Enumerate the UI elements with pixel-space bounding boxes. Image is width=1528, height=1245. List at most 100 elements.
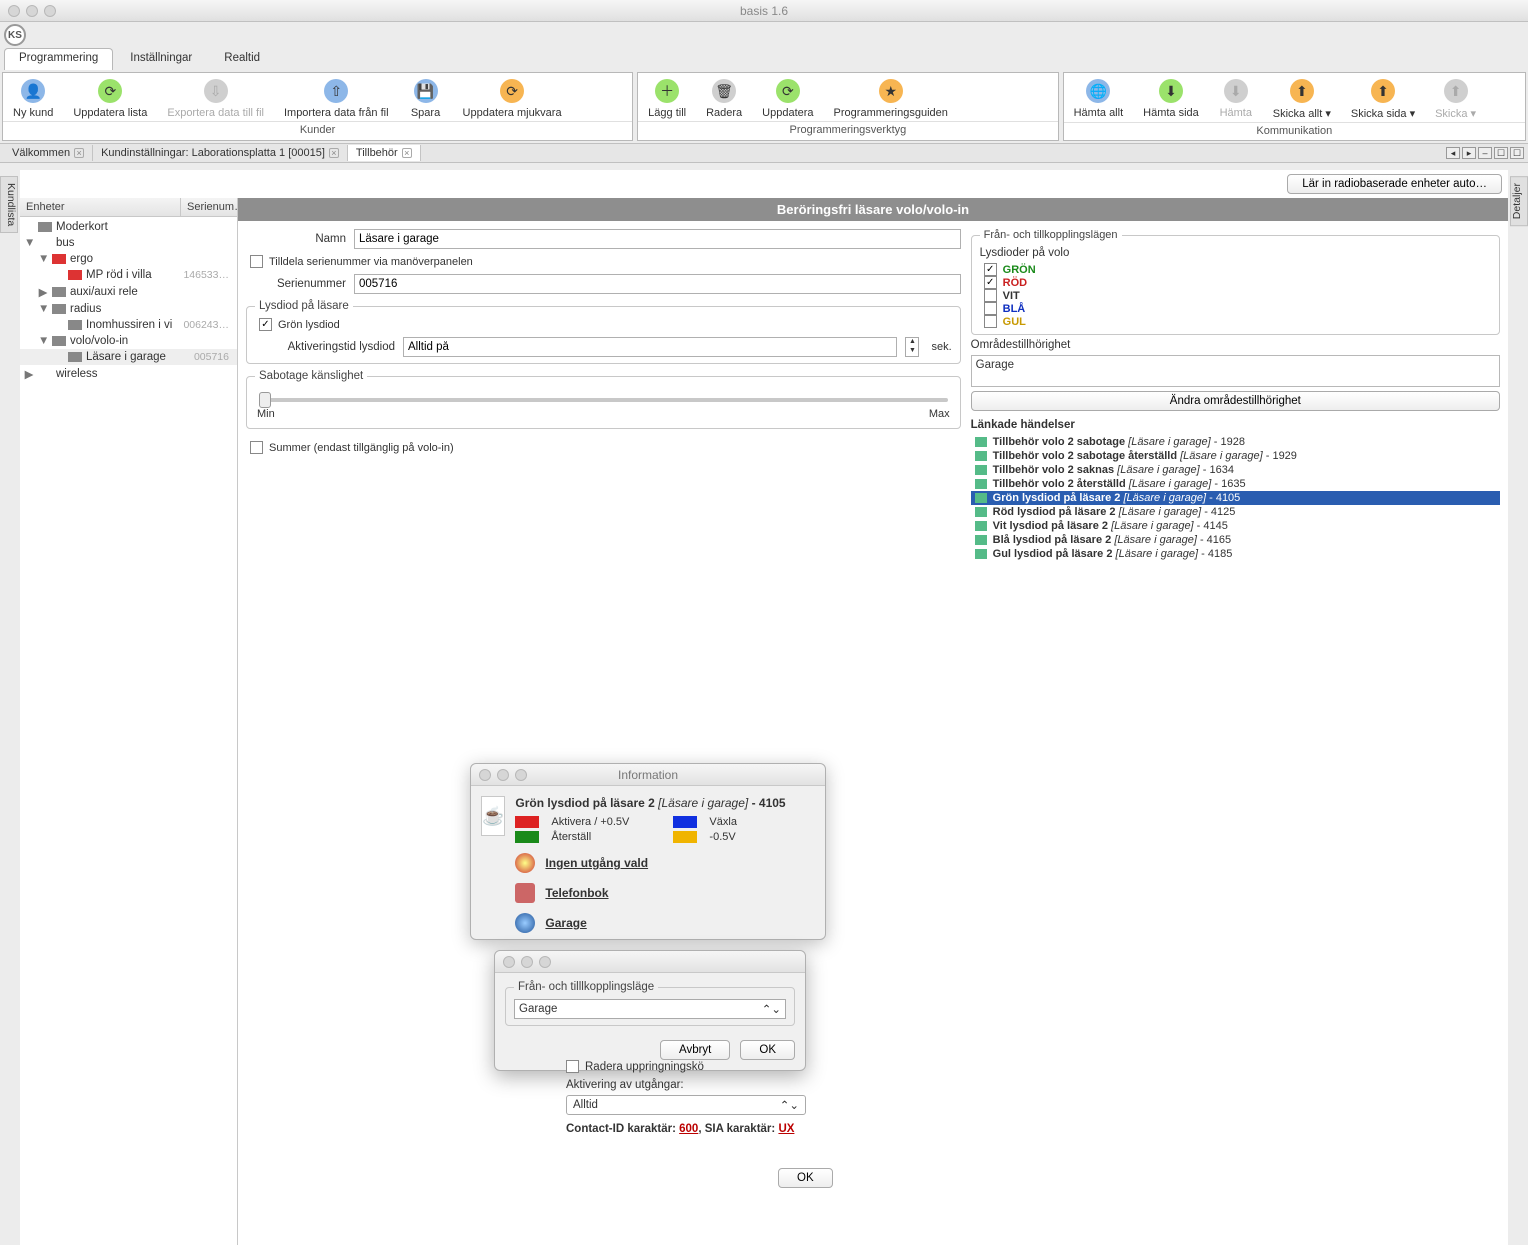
mini-cancel-button[interactable]: Avbryt [660,1040,730,1060]
close-icon[interactable]: × [329,148,339,158]
device-icon [52,304,66,314]
info-link[interactable]: Ingen utgång vald [545,856,648,870]
tb-uppdatera-mjukvara[interactable]: ⟳Uppdatera mjukvara [453,73,572,121]
area-list[interactable]: Garage [971,355,1500,387]
close-icon[interactable]: × [74,148,84,158]
tab-valkommen[interactable]: Välkommen× [4,145,93,161]
learn-radio-devices-button[interactable]: Lär in radiobaserade enheter auto… [1287,174,1502,194]
linked-event-row[interactable]: Röd lysdiod på läsare 2 [Läsare i garage… [971,505,1500,519]
color-checkbox[interactable] [984,289,997,302]
linked-event-row[interactable]: Blå lysdiod på läsare 2 [Läsare i garage… [971,533,1500,547]
act-time-input[interactable] [403,337,897,357]
disclosure-icon[interactable]: ▼ [24,237,34,249]
arm-mode-dialog: Från- och tilllkopplingsläge Garage ⌃⌄ A… [494,950,806,1071]
tree-row[interactable]: Moderkort [20,219,237,235]
menu-installningar[interactable]: Inställningar [115,48,207,70]
nav-prev-icon[interactable]: ◂ [1446,147,1460,159]
linked-event-row[interactable]: Grön lysdiod på läsare 2 [Läsare i garag… [971,491,1500,505]
chevron-up-icon[interactable]: ▲ [906,338,918,347]
close-icon[interactable]: × [402,148,412,158]
tree-header-enheter[interactable]: Enheter [20,198,181,216]
change-area-button[interactable]: Ändra områdestillhörighet [971,391,1500,411]
linked-event-row[interactable]: Tillbehör volo 2 återställd [Läsare i ga… [971,477,1500,491]
radera-label: Radera uppringningskö [585,1061,704,1073]
tab-kundinstallningar[interactable]: Kundinställningar: Laborationsplatta 1 [… [93,145,348,161]
disclosure-icon[interactable]: ▼ [38,253,48,265]
slider-thumb-icon[interactable] [259,392,271,408]
traffic-zoom-icon[interactable] [539,956,551,968]
radera-checkbox[interactable] [566,1060,579,1073]
trash-icon: 🗑 [712,79,736,103]
tb-hamta-sida[interactable]: ⬇Hämta sida [1133,73,1209,122]
info-ok-button[interactable]: OK [778,1168,833,1188]
tb-radera[interactable]: 🗑Radera [696,73,752,121]
linked-event-row[interactable]: Gul lysdiod på läsare 2 [Läsare i garage… [971,547,1500,561]
info-link[interactable]: Telefonbok [545,886,608,900]
color-checkbox[interactable]: ✓ [984,276,997,289]
tree-row[interactable]: ▶ wireless [20,365,237,383]
tb-spara[interactable]: 💾Spara [399,73,453,121]
name-input[interactable] [354,229,961,249]
tree-row[interactable]: ▼ radius [20,301,237,317]
activation-select[interactable]: Alltid ⌃⌄ [566,1095,806,1115]
green-led-checkbox[interactable]: ✓ [259,318,272,331]
download-icon: ⬇ [1224,79,1248,103]
tb-hamta-allt[interactable]: 🌐Hämta allt [1064,73,1134,122]
disclosure-icon[interactable]: ▶ [24,367,34,381]
tb-ny-kund[interactable]: 👤Ny kund [3,73,63,121]
download-page-icon: ⬇ [1159,79,1183,103]
event-icon [975,437,987,447]
minimize-pane-icon[interactable]: – [1478,147,1492,159]
serial-input[interactable] [354,274,961,294]
color-label: VIT [1003,290,1020,302]
menu-realtid[interactable]: Realtid [209,48,275,70]
act-time-label: Aktiveringstid lysdiod [255,341,395,353]
color-checkbox[interactable]: ✓ [984,263,997,276]
color-checkbox[interactable] [984,302,997,315]
info-link[interactable]: Garage [545,916,586,930]
act-time-stepper[interactable]: ▲▼ [905,337,919,357]
traffic-close-icon[interactable] [503,956,515,968]
linked-event-row[interactable]: Vit lysdiod på läsare 2 [Läsare i garage… [971,519,1500,533]
tree-row[interactable]: ▼ ergo [20,251,237,267]
linked-event-row[interactable]: Tillbehör volo 2 saknas [Läsare i garage… [971,463,1500,477]
side-tab-detaljer[interactable]: Detaljer [1510,176,1528,226]
chevron-down-icon[interactable]: ▼ [906,347,918,356]
mini-arm-select[interactable]: Garage ⌃⌄ [514,999,786,1019]
tb-skicka: ⬆Skicka ▾ [1425,73,1486,122]
maximize-pane-icon[interactable]: ☐ [1510,147,1524,159]
tree-row[interactable]: MP röd i villa 146533… [20,267,237,283]
tb-guide[interactable]: ★Programmeringsguiden [824,73,958,121]
menu-programmering[interactable]: Programmering [4,48,113,70]
restore-pane-icon[interactable]: ☐ [1494,147,1508,159]
traffic-min-icon[interactable] [521,956,533,968]
side-tab-kundlista[interactable]: Kundlista [0,176,18,233]
disclosure-icon[interactable]: ▶ [38,285,48,299]
assign-serial-checkbox[interactable] [250,255,263,268]
tb-uppdatera[interactable]: ⟳Uppdatera [752,73,823,121]
nav-next-icon[interactable]: ▸ [1462,147,1476,159]
tb-uppdatera-lista[interactable]: ⟳Uppdatera lista [63,73,157,121]
tree-header-serienum[interactable]: Serienum… [181,198,237,216]
disclosure-icon[interactable]: ▼ [38,303,48,315]
tree-row[interactable]: Läsare i garage 005716 [20,349,237,365]
tb-lagg-till[interactable]: ＋Lägg till [638,73,696,121]
sabotage-slider[interactable] [259,398,948,402]
color-checkbox[interactable] [984,315,997,328]
toolbar: 👤Ny kund ⟳Uppdatera lista ⇩Exportera dat… [0,70,1528,143]
mini-ok-button[interactable]: OK [740,1040,795,1060]
tree-row[interactable]: Inomhussiren i vi 006243… [20,317,237,333]
tree-row[interactable]: ▼ bus [20,235,237,251]
tree-row[interactable]: ▼ volo/volo-in [20,333,237,349]
linked-event-row[interactable]: Tillbehör volo 2 sabotage återställd [Lä… [971,449,1500,463]
tab-tillbehor[interactable]: Tillbehör× [348,145,421,161]
tree-row[interactable]: ▶ auxi/auxi rele [20,283,237,301]
tb-skicka-sida[interactable]: ⬆Skicka sida ▾ [1341,73,1425,122]
linked-events-title: Länkade händelser [971,419,1500,431]
tb-skicka-allt[interactable]: ⬆Skicka allt ▾ [1263,73,1341,122]
disclosure-icon[interactable]: ▼ [38,335,48,347]
save-icon: 💾 [414,79,438,103]
tb-importera[interactable]: ⇧Importera data från fil [274,73,399,121]
buzzer-checkbox[interactable] [250,441,263,454]
linked-event-row[interactable]: Tillbehör volo 2 sabotage [Läsare i gara… [971,435,1500,449]
